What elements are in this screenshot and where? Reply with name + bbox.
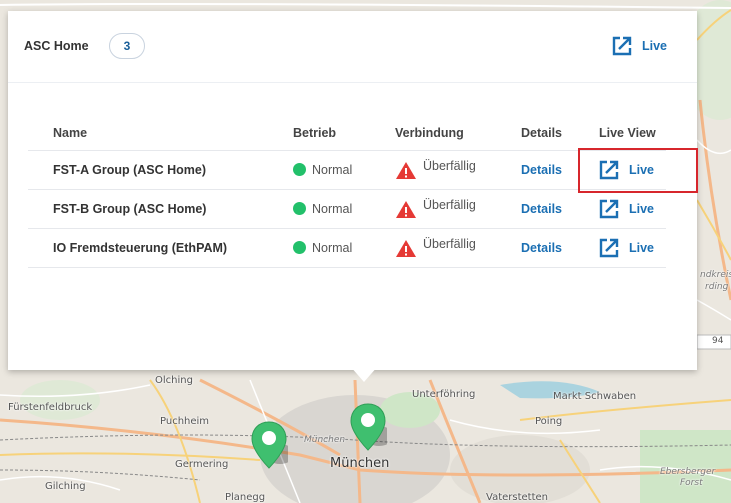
asset-table: Name Betrieb Verbindung Details Live Vie… (28, 116, 666, 268)
map-label-fuerstenfeldbruck: Fürstenfeldbruck (8, 402, 93, 413)
column-header-details: Details (521, 125, 562, 140)
connection-status: Überfällig (395, 156, 496, 179)
map-label-muenchen: München (330, 456, 390, 471)
status-normal: Normal (293, 163, 370, 177)
table-row: IO Fremdsteuerung (EthPAM) Normal Überfä… (28, 227, 666, 268)
external-link-icon (612, 36, 632, 56)
status-dot-icon (293, 202, 306, 215)
warning-icon (396, 162, 416, 179)
table-row: FST-B Group (ASC Home) Normal Überfällig… (28, 188, 666, 228)
map-label-gilching: Gilching (45, 481, 86, 492)
highlight-box (578, 148, 698, 193)
column-header-verbindung: Verbindung (395, 125, 464, 140)
betrieb-value: Normal (312, 240, 353, 255)
map-label-unterfoehring: Unterföhring (412, 389, 476, 400)
map-label-olching: Olching (155, 375, 193, 386)
verbindung-value: Überfällig (423, 197, 476, 212)
map-label-landkreis: ndkreis (700, 270, 731, 280)
connection-status: Überfällig (395, 195, 496, 218)
status-normal: Normal (293, 202, 370, 216)
map-label-muenchen-district: München (304, 435, 346, 445)
asset-name: FST-A Group (ASC Home) (28, 149, 268, 189)
verbindung-value: Überfällig (423, 236, 476, 251)
map-pin-icon[interactable] (349, 402, 387, 452)
status-normal: Normal (293, 241, 370, 255)
group-live-label: Live (642, 39, 668, 53)
status-dot-icon (293, 163, 306, 176)
map-label-vaterstetten: Vaterstetten (486, 492, 548, 503)
details-link[interactable]: Details (521, 241, 562, 255)
row-live-view-button[interactable]: Live (599, 199, 666, 219)
warning-icon (396, 201, 416, 218)
column-header-betrieb: Betrieb (293, 125, 337, 140)
verbindung-value: Überfällig (423, 158, 476, 173)
map-label-poing: Poing (535, 416, 563, 427)
asset-name: IO Fremdsteuerung (EthPAM) (28, 227, 268, 268)
live-label: Live (629, 240, 655, 255)
column-header-live-view: Live View (599, 125, 656, 140)
map-label-forst: Forst (680, 478, 703, 488)
map-label-markt-schwaben: Markt Schwaben (553, 391, 637, 402)
table-header-row: Name Betrieb Verbindung Details Live Vie… (28, 116, 666, 150)
status-dot-icon (293, 241, 306, 254)
map-label-germering: Germering (175, 459, 229, 470)
map-label-road-94: 94 (712, 336, 724, 346)
popup-header: ASC Home 3 Live (8, 11, 697, 83)
map-pin-icon[interactable] (250, 420, 288, 470)
details-link[interactable]: Details (521, 163, 562, 177)
betrieb-value: Normal (312, 162, 353, 177)
map-label-erding: rding (705, 282, 729, 292)
details-link[interactable]: Details (521, 202, 562, 216)
betrieb-value: Normal (312, 201, 353, 216)
map-label-planegg: Planegg (225, 492, 266, 503)
map-label-ebersberger: Ebersberger (660, 467, 716, 477)
warning-icon (396, 240, 416, 257)
live-label: Live (629, 201, 655, 216)
column-header-name: Name (53, 125, 88, 140)
map-label-puchheim: Puchheim (160, 416, 210, 427)
external-link-icon (599, 238, 619, 257)
asset-name: FST-B Group (ASC Home) (28, 188, 268, 228)
row-live-view-button[interactable]: Live (599, 238, 666, 258)
group-title: ASC Home (24, 39, 89, 53)
group-live-view-button[interactable]: Live (612, 36, 667, 56)
table-row: FST-A Group (ASC Home) Normal Überfällig… (28, 149, 666, 189)
asset-count-badge: 3 (109, 33, 145, 59)
connection-status: Überfällig (395, 234, 496, 257)
external-link-icon (599, 199, 619, 218)
popup-pointer (350, 366, 378, 382)
